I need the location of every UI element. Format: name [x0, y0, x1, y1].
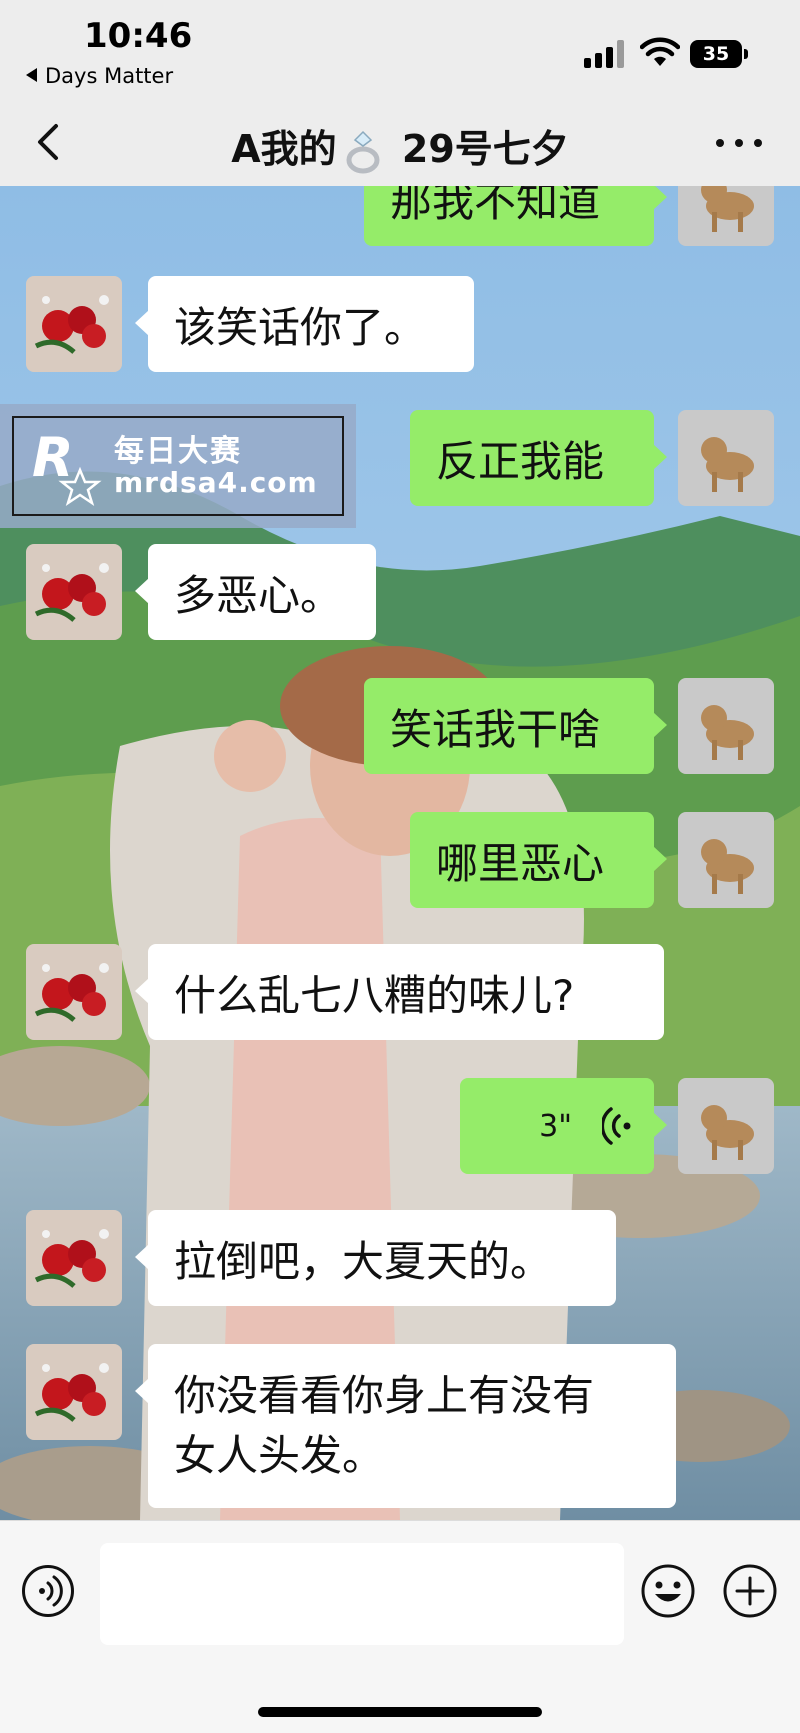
status-bar: 10:46 Days Matter 35	[0, 0, 800, 100]
dog-avatar-icon	[678, 812, 774, 908]
back-to-app-link[interactable]: Days Matter	[26, 64, 173, 88]
avatar-contact[interactable]	[26, 944, 122, 1040]
message-bubble-received[interactable]: 什么乱七八糟的味儿?	[135, 944, 664, 1040]
back-arrow-icon	[26, 68, 37, 82]
message-line: 你没看看你身上有没有	[174, 1371, 595, 1420]
voice-message-bubble[interactable]: 3"	[460, 1078, 667, 1174]
chat-area[interactable]: 那我不知道 该笑话你了。 反正我能 多恶心。 笑话我干啥 哪里恶心 什么乱七八糟…	[0, 186, 800, 1520]
watermark-logo-icon: R	[32, 426, 102, 506]
message-bubble-received[interactable]: 多恶心。	[135, 544, 376, 640]
rose-avatar-icon	[26, 544, 122, 640]
status-time: 10:46	[84, 16, 193, 56]
wifi-icon	[640, 37, 680, 66]
battery-nub	[744, 49, 748, 59]
message-bubble-sent[interactable]: 笑话我干啥	[364, 678, 667, 774]
signal-icon	[584, 38, 628, 68]
watermark-brand: 每日大赛	[114, 434, 242, 469]
avatar-self[interactable]	[678, 678, 774, 774]
avatar-contact[interactable]	[26, 1344, 122, 1440]
svg-text:R: R	[32, 426, 74, 489]
input-bar	[0, 1520, 800, 1733]
avatar-contact[interactable]	[26, 1210, 122, 1306]
home-indicator[interactable]	[258, 1707, 542, 1717]
more-options-button[interactable]	[714, 130, 764, 154]
watermark-overlay: R 每日大赛 mrdsa4.com	[0, 404, 356, 528]
avatar-contact[interactable]	[26, 276, 122, 372]
rose-avatar-icon	[26, 1344, 122, 1440]
message-bubble-received[interactable]: 拉倒吧，大夏天的。	[135, 1210, 616, 1306]
avatar-self[interactable]	[678, 186, 774, 246]
avatar-self[interactable]	[678, 410, 774, 506]
chat-title-suffix: 29号七夕	[401, 127, 569, 171]
message-bubble-received[interactable]: 你没看看你身上有没有 女人头发。	[135, 1344, 676, 1508]
avatar-contact[interactable]	[26, 544, 122, 640]
rose-avatar-icon	[26, 276, 122, 372]
avatar-self[interactable]	[678, 1078, 774, 1174]
dog-avatar-icon	[678, 410, 774, 506]
chat-title-prefix: A我的	[231, 127, 337, 171]
message-bubble-received[interactable]: 该笑话你了。	[135, 276, 474, 372]
dog-avatar-icon	[678, 678, 774, 774]
message-bubble-sent[interactable]: 哪里恶心	[410, 812, 667, 908]
message-input[interactable]	[100, 1543, 624, 1645]
message-bubble-sent[interactable]: 那我不知道	[364, 186, 667, 246]
ring-icon	[346, 130, 380, 173]
chat-header: A我的 29号七夕	[0, 100, 800, 186]
back-app-label: Days Matter	[45, 64, 174, 88]
plus-icon[interactable]	[722, 1563, 778, 1619]
message-line: 女人头发。	[174, 1431, 385, 1480]
voice-wave-icon	[602, 1107, 631, 1145]
voice-wave-icon	[39, 1575, 63, 1607]
message-bubble-sent[interactable]: 反正我能	[410, 410, 667, 506]
rose-avatar-icon	[26, 1210, 122, 1306]
watermark-url: mrdsa4.com	[114, 466, 318, 499]
rose-avatar-icon	[26, 944, 122, 1040]
dog-avatar-icon	[678, 1078, 774, 1174]
battery-icon: 35	[690, 40, 742, 68]
dog-avatar-icon	[678, 186, 774, 246]
avatar-self[interactable]	[678, 812, 774, 908]
smiley-face-icon[interactable]	[640, 1563, 696, 1619]
chat-title: A我的 29号七夕	[0, 118, 800, 174]
voice-duration: 3"	[539, 1108, 572, 1144]
voice-mode-button[interactable]	[22, 1565, 74, 1617]
